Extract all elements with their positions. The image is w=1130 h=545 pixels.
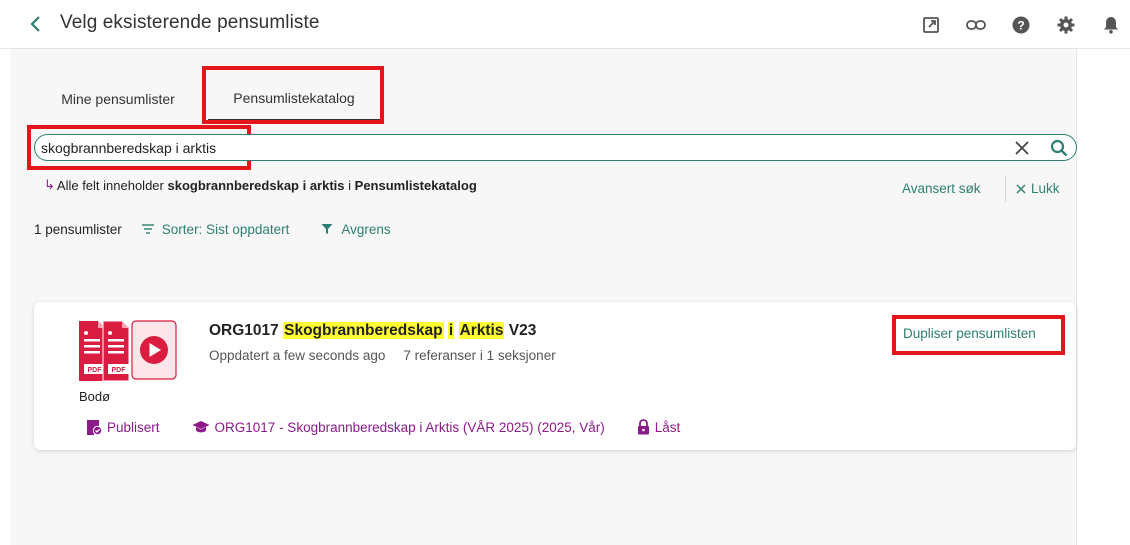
summary-in: i xyxy=(348,177,352,193)
svg-text:?: ? xyxy=(1017,19,1024,33)
svg-text:PDF: PDF xyxy=(88,367,103,374)
duplicate-list-button[interactable]: Dupliser pensumlisten xyxy=(903,326,1036,341)
summary-term: skogbrannberedskap i arktis xyxy=(167,177,345,193)
title-suffix: V23 xyxy=(508,322,537,339)
close-label: Lukk xyxy=(1031,181,1060,196)
highlight-term: Skogbrannberedskap xyxy=(283,322,444,339)
pdf-document-icon: PDF xyxy=(79,321,105,381)
thumbnail-stack: PDF PDF xyxy=(78,320,178,382)
search-summary: ↳ Alle felt inneholder skogbrannberedska… xyxy=(44,177,477,193)
filter-label: Avgrens xyxy=(341,221,391,237)
card-meta: Oppdatert a few seconds ago 7 referanser … xyxy=(209,348,556,363)
search-input[interactable] xyxy=(41,138,1001,158)
help-icon[interactable]: ? xyxy=(1010,14,1032,36)
sort-icon xyxy=(141,224,154,234)
video-play-icon xyxy=(131,320,177,380)
course-link[interactable]: ORG1017 - Skogbrannberedskap i Arktis (V… xyxy=(192,420,605,435)
open-external-icon[interactable] xyxy=(920,14,942,36)
app-header: Velg eksisterende pensumliste ? xyxy=(0,0,1130,49)
filter-button[interactable]: Avgrens xyxy=(321,221,391,237)
updated-text: Oppdatert a few seconds ago xyxy=(209,348,386,363)
reading-list-card[interactable]: PDF PDF Bodø ORG1017 Skogbrannberedskap … xyxy=(34,302,1076,450)
graduation-cap-icon xyxy=(192,421,210,433)
references-text: 7 referanser i 1 seksjoner xyxy=(403,348,556,363)
subdirectory-arrow-icon: ↳ xyxy=(44,177,55,192)
close-icon xyxy=(1016,184,1026,193)
course-code: ORG1017 xyxy=(209,322,279,339)
highlight-term: i xyxy=(447,322,455,339)
campus-label: Bodø xyxy=(79,389,111,404)
filter-icon xyxy=(321,224,333,234)
tab-mine-pensumlister[interactable]: Mine pensumlister xyxy=(34,77,202,121)
link-icon[interactable] xyxy=(965,14,987,36)
highlight-term: Arktis xyxy=(458,322,505,339)
search-icon[interactable] xyxy=(1048,137,1070,159)
back-chevron-icon[interactable] xyxy=(24,12,48,36)
close-search-button[interactable]: Lukk xyxy=(1016,181,1060,196)
sort-button[interactable]: Sorter: Sist oppdatert xyxy=(141,221,290,237)
search-field xyxy=(34,134,1077,161)
bell-icon[interactable] xyxy=(1100,14,1122,36)
card-tags: Publisert ORG1017 - Skogbrannberedskap i… xyxy=(86,418,680,436)
page-title: Velg eksisterende pensumliste xyxy=(60,12,320,33)
results-toolbar: 1 pensumlister Sorter: Sist oppdatert Av… xyxy=(34,219,391,239)
status-label: Publisert xyxy=(107,419,160,435)
course-label: ORG1017 - Skogbrannberedskap i Arktis (V… xyxy=(214,419,605,435)
lock-label: Låst xyxy=(654,419,681,435)
published-check-icon xyxy=(87,420,102,435)
svg-text:PDF: PDF xyxy=(112,367,127,374)
divider xyxy=(1005,176,1006,202)
published-status: Publisert xyxy=(86,419,160,435)
sort-label: Sorter: Sist oppdatert xyxy=(161,221,290,237)
main-panel: Mine pensumlister Pensumlistekatalog ↳ A… xyxy=(10,49,1077,545)
summary-prefix: Alle felt inneholder xyxy=(56,177,164,193)
result-count: 1 pensumlister xyxy=(34,221,122,237)
summary-scope: Pensumlistekatalog xyxy=(354,177,477,193)
lock-status: Låst xyxy=(637,419,681,435)
lock-icon xyxy=(637,419,649,435)
advanced-search-link[interactable]: Avansert søk xyxy=(902,181,981,196)
clear-search-icon[interactable] xyxy=(1012,138,1032,158)
tab-pensumlistekatalog[interactable]: Pensumlistekatalog xyxy=(208,77,380,121)
gear-icon[interactable] xyxy=(1055,14,1077,36)
pdf-document-icon: PDF xyxy=(102,320,130,382)
reading-list-title[interactable]: ORG1017 Skogbrannberedskap i Arktis V23 xyxy=(209,322,536,340)
